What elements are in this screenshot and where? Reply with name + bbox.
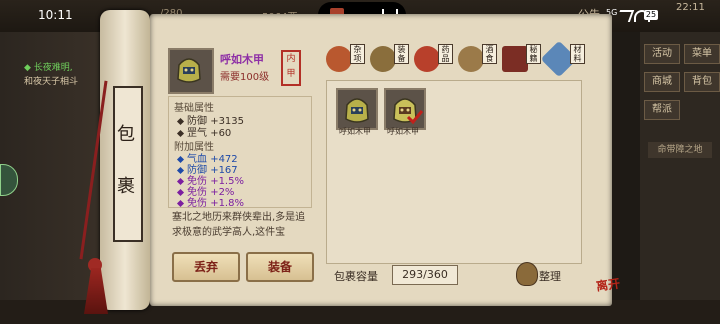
tab-label: 材料 xyxy=(570,44,585,64)
roller-char-1: 包 xyxy=(117,124,135,145)
menu-bag-button[interactable]: 背包 xyxy=(684,72,720,92)
sort-button[interactable]: 整理 xyxy=(539,268,561,284)
wine-jar-icon xyxy=(458,46,484,72)
capacity-label: 包裹容量 xyxy=(334,270,378,283)
diamond-icon xyxy=(176,199,185,207)
selected-item-slot xyxy=(168,48,214,94)
roller-title-box xyxy=(113,86,143,242)
menu-guild-button[interactable]: 帮派 xyxy=(644,100,680,120)
item-description: 塞北之地历来群侠辈出,多是追求极意的武学高人,这件宝 xyxy=(172,212,306,238)
tab-misc[interactable]: 杂项 xyxy=(326,42,365,76)
item-name: 呼如木甲 xyxy=(220,53,264,66)
tab-label: 秘籍 xyxy=(526,44,541,64)
tab-medicine[interactable]: 药品 xyxy=(414,42,453,76)
chat-line-1: ◆ 长夜难明, xyxy=(24,63,73,73)
tab-equipment[interactable]: 装备 xyxy=(370,42,409,76)
pot-icon xyxy=(326,46,352,72)
tab-label: 酒食 xyxy=(482,44,497,64)
armor-icon xyxy=(345,98,369,123)
menu-shop-button[interactable]: 商城 xyxy=(644,72,680,92)
book-icon xyxy=(502,46,528,72)
bag-slot[interactable] xyxy=(336,88,378,130)
check-mark-icon xyxy=(406,110,424,125)
discard-button[interactable]: 丢弃 xyxy=(172,252,240,282)
base-stat-row: 罡气 +60 xyxy=(176,124,231,139)
game-clock: 22:11 xyxy=(676,2,705,13)
battery-icon: 25 xyxy=(644,10,658,20)
capacity-value: 293/360 xyxy=(392,265,458,285)
chat-line-2: 和夜天子相斗 xyxy=(24,77,79,87)
bag-slot-selected[interactable] xyxy=(384,88,426,130)
tab-label: 药品 xyxy=(438,44,453,64)
item-requirement: 需要100级 xyxy=(220,72,270,83)
leave-stamp[interactable]: 离开 xyxy=(595,274,621,294)
stat-label: 免伤 xyxy=(187,198,207,209)
sword-icon xyxy=(370,46,396,72)
quest-hint[interactable]: 命带障之地 xyxy=(648,142,712,158)
menu-activity-button[interactable]: 活动 xyxy=(644,44,680,64)
bag-item-name: 呼如木甲 xyxy=(339,127,371,136)
tab-food[interactable]: 酒食 xyxy=(458,42,497,76)
tab-material[interactable]: 材料 xyxy=(540,40,585,78)
menu-main-button[interactable]: 菜单 xyxy=(684,44,720,64)
status-time: 10:11 xyxy=(38,8,73,22)
armor-icon xyxy=(177,58,201,83)
extra-stat-row: 免伤 +1.8% xyxy=(176,194,244,209)
roller-char-2: 裹 xyxy=(117,176,135,197)
equip-button[interactable]: 装备 xyxy=(246,252,314,282)
pills-icon xyxy=(414,46,440,72)
category-tabs: 杂项 装备 药品 酒食 秘籍 材料 xyxy=(326,40,596,78)
tab-label: 装备 xyxy=(394,44,409,64)
stat-value: +1.8% xyxy=(210,198,244,209)
tab-manual[interactable]: 秘籍 xyxy=(502,42,541,76)
tab-label: 杂项 xyxy=(350,44,365,64)
sort-bag-icon[interactable] xyxy=(516,262,538,286)
diamond-icon xyxy=(176,129,185,137)
bag-item-name: 呼如木甲 xyxy=(387,127,419,136)
item-type-seal: 内甲 xyxy=(281,50,301,86)
